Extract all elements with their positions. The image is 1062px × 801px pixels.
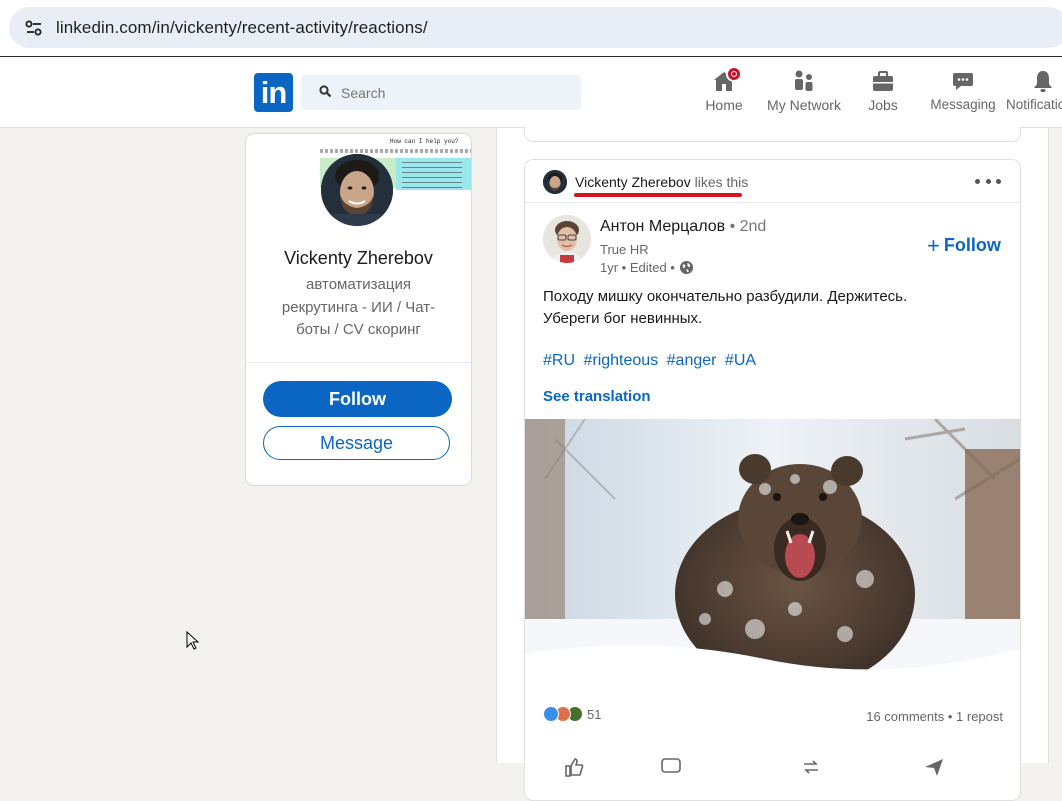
browser-toolbar: linkedin.com/in/vickenty/recent-activity… — [0, 0, 1062, 57]
post-body: Походу мишку окончательно разбудили. Дер… — [543, 286, 1003, 330]
reaction-count: 51 — [587, 706, 602, 722]
actor-name-link[interactable]: Vickenty Zherebov — [575, 174, 691, 190]
actor-avatar[interactable] — [543, 170, 567, 194]
nav-label-home: Home — [705, 97, 743, 113]
author-name[interactable]: Антон Мерцалов • 2nd — [600, 218, 766, 236]
connection-degree: • 2nd — [729, 218, 767, 235]
profile-avatar[interactable] — [321, 154, 393, 226]
more-options-icon[interactable] — [975, 173, 1001, 189]
post-meta: 1yr • Edited • — [600, 260, 694, 275]
nav-label-my-network: My Network — [767, 97, 841, 113]
message-button[interactable]: Message — [263, 426, 450, 460]
hashtag-link[interactable]: #UA — [725, 352, 756, 369]
like-reaction-icon — [543, 706, 559, 722]
hashtag-link[interactable]: #RU — [543, 352, 575, 369]
activity-feed: Vickenty Zherebov likes this Антон Мерца… — [496, 126, 1049, 801]
reactions-summary[interactable]: 51 — [543, 706, 601, 722]
cover-title: How can I help you? — [390, 138, 459, 145]
follow-button[interactable]: Follow — [263, 381, 452, 417]
search-box[interactable] — [301, 75, 581, 110]
repost-icon[interactable] — [800, 756, 822, 778]
post-follow-label: Follow — [943, 235, 1001, 255]
nav-home[interactable]: Home — [698, 66, 750, 119]
post-time: 1yr • Edited • — [600, 260, 675, 275]
mouse-cursor-icon — [186, 631, 200, 650]
comments-reposts-count[interactable]: 16 comments • 1 repost — [866, 709, 1003, 724]
post-image-bear[interactable] — [525, 419, 1020, 697]
nav-messaging[interactable]: Messaging — [928, 67, 998, 119]
hashtag-list: #RU #righteous #anger #UA — [543, 352, 760, 370]
red-annotation-underline — [574, 193, 742, 197]
comment-icon[interactable] — [660, 756, 682, 778]
nav-label-jobs: Jobs — [868, 97, 898, 113]
nav-notifications[interactable]: Notifications — [1006, 67, 1062, 119]
profile-headline: автоматизация рекрутинга - ИИ / Чат-боты… — [281, 276, 436, 338]
address-bar[interactable]: linkedin.com/in/vickenty/recent-activity… — [9, 7, 1062, 48]
activity-header: Vickenty Zherebov likes this — [525, 160, 1020, 203]
see-translation-link[interactable]: See translation — [543, 388, 651, 405]
url-text[interactable]: linkedin.com/in/vickenty/recent-activity… — [56, 18, 428, 38]
author-avatar[interactable] — [543, 215, 591, 263]
search-icon — [319, 85, 332, 103]
profile-card: How can I help you? Vickenty Zherebov ав… — [245, 133, 472, 486]
hashtag-link[interactable]: #anger — [667, 352, 717, 369]
bell-icon — [1034, 71, 1052, 92]
post-text-line: Походу мишку окончательно разбудили. Дер… — [543, 288, 908, 305]
post-text-line: Убереги бог невинных. — [543, 310, 703, 327]
nav-label-notifications: Notifications — [1006, 97, 1062, 112]
nav-my-network[interactable]: My Network — [764, 67, 844, 119]
cover-text-line — [320, 149, 471, 153]
globe-icon — [679, 260, 693, 275]
linkedin-logo[interactable]: in — [254, 73, 293, 112]
nav-label-messaging: Messaging — [930, 97, 996, 112]
profile-name[interactable]: Vickenty Zherebov — [246, 248, 471, 269]
search-input[interactable] — [341, 75, 571, 110]
chat-icon — [953, 73, 973, 90]
linkedin-nav: in Home My Network — [0, 57, 1062, 128]
notification-badge — [726, 66, 742, 82]
post-actions — [525, 748, 1020, 788]
post-card: Vickenty Zherebov likes this Антон Мерца… — [524, 159, 1021, 801]
network-icon — [795, 70, 813, 91]
like-icon[interactable] — [563, 756, 585, 778]
nav-jobs[interactable]: Jobs — [861, 67, 905, 119]
plus-icon: + — [927, 232, 940, 258]
activity-text: Vickenty Zherebov likes this — [575, 174, 748, 190]
hashtag-link[interactable]: #righteous — [583, 352, 658, 369]
post-follow-button[interactable]: + Follow — [927, 232, 1001, 258]
activity-verb: likes this — [694, 174, 749, 190]
send-icon[interactable] — [923, 756, 945, 778]
tune-icon[interactable] — [21, 15, 47, 41]
author-company: True HR — [600, 242, 649, 257]
divider — [246, 362, 471, 363]
cover-text-lines — [402, 162, 462, 188]
briefcase-icon — [873, 71, 893, 91]
author-name-text[interactable]: Антон Мерцалов — [600, 218, 725, 235]
previous-post-card — [524, 126, 1021, 142]
